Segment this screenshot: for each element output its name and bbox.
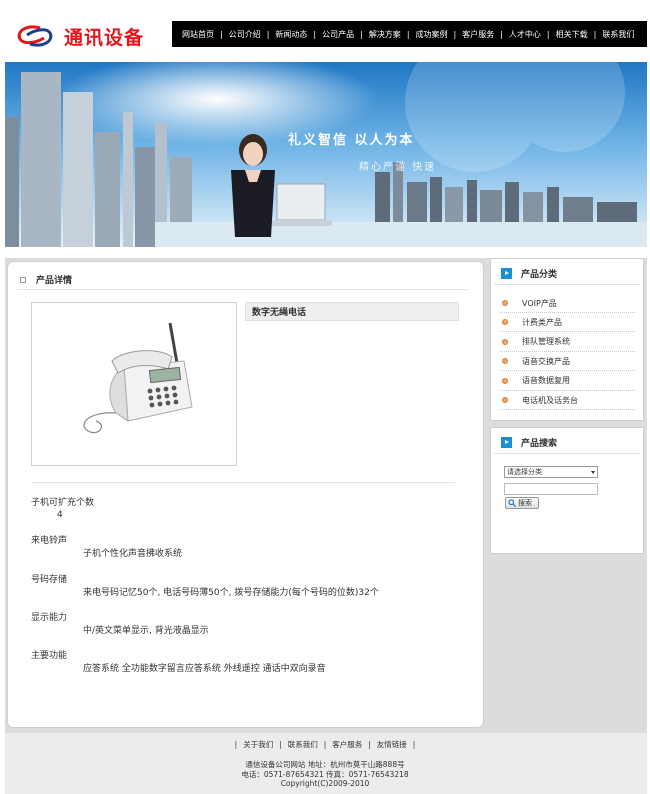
- category-label: 排队管理系统: [522, 337, 570, 347]
- spec-label: 子机可扩充个数: [31, 498, 95, 508]
- bullet-icon: [502, 319, 508, 326]
- bullet-icon: [502, 397, 508, 403]
- footer-separator: |: [279, 740, 282, 749]
- collapse-icon[interactable]: [20, 276, 26, 283]
- header-divider: [17, 289, 467, 290]
- search-header: 产品搜索: [501, 436, 557, 449]
- product-panel-header: 产品详情: [20, 273, 72, 286]
- bullet-icon: [502, 338, 508, 345]
- banner-subslogan: 精心严谨 快速: [359, 162, 437, 173]
- footer-link[interactable]: 友情链接: [377, 740, 407, 749]
- nav-item[interactable]: 公司产品: [316, 29, 360, 40]
- banner-image: [5, 62, 647, 247]
- nav-item[interactable]: 客户服务: [456, 29, 500, 40]
- category-label: 语音数据复用: [522, 376, 570, 386]
- category-item[interactable]: 语音交换产品: [500, 352, 635, 372]
- category-label: 语音交换产品: [522, 356, 570, 366]
- footer-separator: |: [234, 740, 238, 749]
- category-select[interactable]: 请选择分类: [504, 466, 598, 478]
- category-label: VOIP产品: [522, 298, 557, 308]
- spec-divider: [31, 482, 455, 483]
- spec-label: 显示能力: [31, 613, 68, 623]
- category-item[interactable]: 语音数据复用: [500, 372, 635, 391]
- product-section-title: 产品详情: [36, 276, 73, 286]
- product-photo: [31, 302, 237, 466]
- spec-value: 中/英文菜单显示, 背光液晶显示: [83, 626, 209, 636]
- bullet-icon: [502, 358, 508, 365]
- banner: 礼义智信 以人为本 精心严谨 快速: [5, 62, 647, 247]
- category-item[interactable]: 电话机及话务台: [500, 391, 635, 410]
- nav-item[interactable]: 解决方案: [363, 29, 407, 40]
- search-button[interactable]: 搜索: [505, 497, 539, 509]
- header: 通讯设备 网站首页 | 公司介绍 | 新闻动态 | 公司产品 | 解决方案 | 成功案例 | 客户服务 |…: [0, 0, 650, 60]
- nav-item[interactable]: 相关下载: [550, 29, 594, 40]
- bullet-icon: [502, 377, 508, 384]
- footer-link[interactable]: 联系我们: [288, 740, 318, 749]
- search-button-label: 搜索: [518, 499, 532, 507]
- footer-separator: |: [323, 740, 327, 749]
- nav-item[interactable]: 联系我们: [596, 29, 640, 40]
- search-input[interactable]: [504, 483, 598, 495]
- nav-item[interactable]: 新闻动态: [269, 29, 313, 40]
- search-title: 产品搜索: [521, 439, 558, 449]
- play-icon: [501, 437, 512, 448]
- footer-copyright: Copyright(C)2009-2010: [280, 779, 370, 788]
- search-divider: [494, 453, 640, 454]
- spec-label: 来电铃声: [31, 536, 68, 546]
- spec-value: 4: [57, 510, 63, 520]
- spec-value: 子机个性化声音拂收系统: [83, 549, 183, 559]
- chevron-down-icon: [591, 471, 595, 474]
- footer-link[interactable]: 关于我们: [243, 740, 273, 749]
- footer-separator: |: [368, 740, 371, 749]
- category-select-value: 请选择分类: [507, 468, 542, 476]
- nav-item[interactable]: 公司介绍: [223, 29, 267, 40]
- main-nav: 网站首页 | 公司介绍 | 新闻动态 | 公司产品 | 解决方案 | 成功案例 | 客户服务 | 人才中心 |…: [172, 21, 647, 47]
- spec-label: 号码存储: [31, 575, 68, 585]
- nav-item[interactable]: 人才中心: [503, 29, 547, 40]
- footer-separator: |: [412, 740, 416, 749]
- category-label: 电话机及话务台: [522, 395, 578, 405]
- category-title: 产品分类: [521, 270, 558, 280]
- nav-item[interactable]: 网站首页: [176, 29, 220, 40]
- spec-label: 主要功能: [31, 651, 68, 661]
- category-label: 计费类产品: [522, 317, 562, 327]
- spec-value: 来电号码记忆50个, 电话号码薄50个, 拨号存储能力(每个号码的位数)32个: [83, 588, 379, 598]
- category-divider: [494, 284, 640, 285]
- footer-links: | 关于我们 | 联系我们 | 客户服务 | 友情链接 |: [0, 739, 650, 750]
- search-icon: [508, 499, 516, 507]
- logo-swirl-icon: [14, 22, 56, 50]
- bullet-icon: [502, 300, 508, 306]
- footer-link[interactable]: 客户服务: [332, 740, 362, 749]
- category-item[interactable]: VOIP产品: [500, 294, 635, 313]
- logo-text: 通讯设备: [64, 26, 145, 49]
- logo[interactable]: 通讯设备: [14, 22, 144, 50]
- category-header: 产品分类: [501, 267, 557, 280]
- nav-item[interactable]: 成功案例: [410, 29, 454, 40]
- category-item[interactable]: 排队管理系统: [500, 333, 635, 352]
- product-name: 数字无绳电话: [245, 302, 459, 321]
- telephone-image: [83, 322, 193, 434]
- category-item[interactable]: 计费类产品: [500, 313, 635, 333]
- play-icon: [501, 268, 512, 279]
- spec-value: 应答系统 全功能数字留言应答系统 外线遥控 通话中双向录音: [83, 664, 326, 674]
- banner-slogan: 礼义智信 以人为本: [288, 133, 415, 148]
